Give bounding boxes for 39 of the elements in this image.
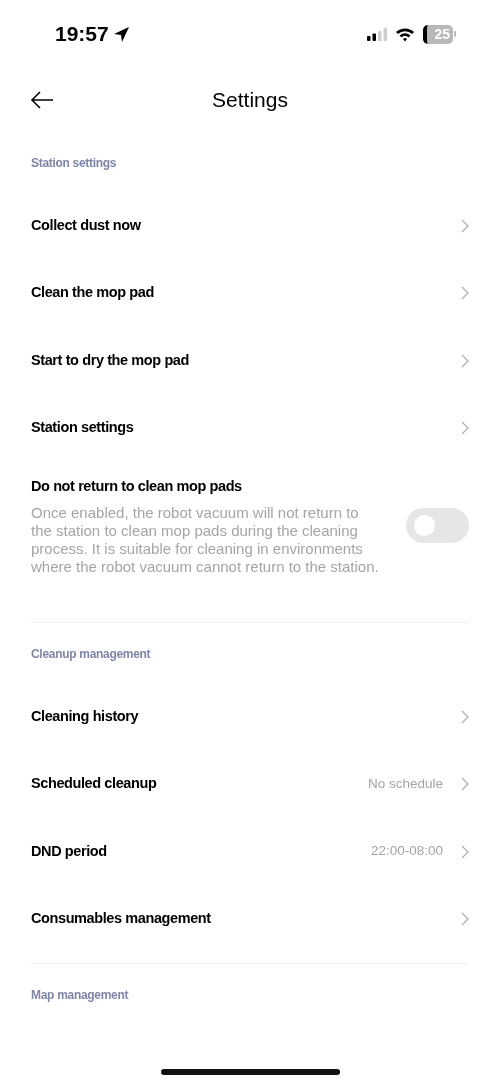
back-arrow-icon[interactable] xyxy=(30,91,54,109)
chevron-right-icon xyxy=(461,286,469,301)
chevron-right-icon xyxy=(461,421,469,436)
settings-row[interactable]: Station settings xyxy=(0,394,500,462)
settings-row[interactable]: Scheduled cleanup No schedule xyxy=(0,750,500,818)
chevron-right-icon xyxy=(461,912,469,926)
row-description: Once enabled, the robot vacuum will not return to the station to clean mop pads during the cleaning process. It is suitable for cleaning in environments where the robot vacuum cannot return to the station. xyxy=(31,503,380,576)
settings-row[interactable]: Cleaning history xyxy=(0,682,500,751)
row-title: Collect dust now xyxy=(31,215,142,235)
chevron-right-icon xyxy=(461,777,469,791)
settings-row[interactable]: Consumables management xyxy=(0,885,500,953)
toggle-switch[interactable] xyxy=(406,508,469,544)
row-title: DND period xyxy=(31,841,108,861)
row-title: Clean the mop pad xyxy=(31,283,155,303)
row-title: Do not return to clean mop pads xyxy=(31,477,243,496)
row-title: Scheduled cleanup xyxy=(31,774,158,794)
row-value: 22:00-08:00 xyxy=(370,842,443,861)
row-value: No schedule xyxy=(367,774,443,793)
chevron-right-icon xyxy=(461,709,469,724)
chevron-right-icon xyxy=(461,218,469,233)
row-title: Consumables management xyxy=(31,909,212,929)
row-title: Station settings xyxy=(31,418,135,438)
section-label: Station settings xyxy=(30,155,118,172)
page-title: Settings xyxy=(212,87,288,114)
wifi-icon xyxy=(395,26,416,42)
battery-indicator: 25 xyxy=(423,24,456,44)
settings-row[interactable]: DND period 22:00-08:00 xyxy=(0,817,500,886)
chevron-right-icon xyxy=(461,353,469,368)
signal-icon xyxy=(367,27,388,41)
settings-row[interactable]: Start to dry the mop pad xyxy=(0,327,500,395)
chevron-right-icon xyxy=(461,844,469,859)
settings-row[interactable]: Clean the mop pad xyxy=(0,259,500,327)
location-arrow-icon xyxy=(112,25,130,43)
settings-row[interactable]: Collect dust now xyxy=(0,192,500,260)
row-title: Cleaning history xyxy=(31,706,140,726)
row-title: Start to dry the mop pad xyxy=(31,350,190,370)
section-label: Cleanup management xyxy=(30,645,152,663)
status-time: 19:57 xyxy=(55,21,109,48)
section-label: Map management xyxy=(30,986,130,1004)
